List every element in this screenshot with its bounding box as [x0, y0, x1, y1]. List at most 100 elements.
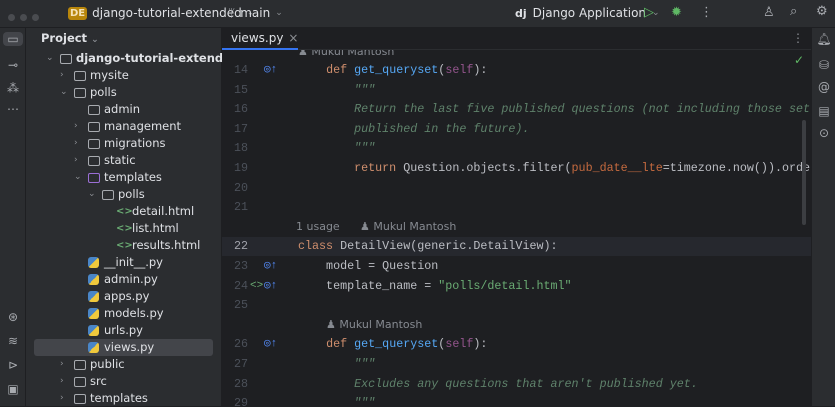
python-console-icon[interactable]: ⊛ — [0, 310, 26, 324]
commit-icon[interactable]: ⊸ — [0, 58, 26, 72]
author-inlay[interactable]: ♟ Mukul Mantosh — [298, 50, 394, 58]
debug-icon[interactable]: ✹ — [671, 5, 682, 20]
line-number: 17 — [233, 121, 248, 136]
tree-item[interactable]: admin — [26, 101, 222, 118]
override-gutter-icon[interactable]: ◎↑ — [264, 61, 277, 80]
html-template-gutter-icon[interactable]: <> — [250, 277, 263, 296]
more-tools-icon[interactable]: ⋯ — [0, 102, 26, 116]
tree-item[interactable]: › mysite — [26, 67, 222, 84]
code-line[interactable]: 25 — [222, 296, 811, 315]
top-author-inlay[interactable]: ♟ Mukul Mantosh — [298, 50, 394, 58]
chevron-right-icon[interactable]: › — [74, 118, 78, 135]
author-name: Mukul Mantosh — [339, 317, 423, 331]
chevron-right-icon[interactable]: › — [74, 152, 78, 169]
no-problems-check-icon[interactable]: ✓ — [794, 53, 804, 67]
endpoints-icon[interactable]: ⊙ — [811, 126, 835, 140]
tree-item[interactable]: __init__.py — [26, 254, 222, 271]
tree-item[interactable]: <> detail.html — [26, 203, 222, 220]
code-line[interactable]: 21 — [222, 198, 811, 217]
usages-inlay[interactable]: 1 usage — [296, 220, 340, 233]
chevron-right-icon[interactable]: › — [60, 390, 64, 407]
chevron-right-icon[interactable]: › — [60, 67, 64, 84]
tree-item[interactable]: › src — [26, 373, 222, 390]
author-inlay[interactable]: ♟ Mukul Mantosh — [326, 318, 422, 331]
database-icon[interactable]: ⛁ — [811, 58, 835, 72]
code-line[interactable]: 27 """ — [222, 355, 811, 374]
code-line[interactable]: 22 class DetailView(generic.DetailView): — [222, 237, 811, 257]
code-line[interactable]: 19 return Question.objects.filter(pub_da… — [222, 159, 811, 178]
search-icon[interactable]: ⌕ — [790, 4, 797, 19]
tree-item[interactable]: apps.py — [26, 288, 222, 305]
layers-icon[interactable]: ≋ — [0, 334, 26, 348]
chevron-down-icon[interactable]: ⌄ — [74, 169, 82, 186]
tree-item[interactable]: › migrations — [26, 135, 222, 152]
editor-tabs: views.py × ⋮ — [222, 28, 811, 50]
tree-item[interactable]: ⌄ polls — [26, 84, 222, 101]
chevron-down-icon[interactable]: ⌄ — [88, 186, 96, 203]
code-line[interactable]: 20 — [222, 179, 811, 198]
ai-assistant-icon[interactable]: @ — [811, 80, 835, 94]
window-controls[interactable] — [8, 10, 44, 24]
chevron-right-icon[interactable]: › — [60, 373, 64, 390]
folder-icon — [88, 139, 100, 149]
project-title-label: Project — [41, 31, 88, 45]
code-line[interactable]: 23 ◎↑ model = Question — [222, 257, 811, 276]
chevron-down-icon[interactable]: ⌄ — [46, 50, 54, 67]
tree-item[interactable]: › management — [26, 118, 222, 135]
code-line[interactable]: 28 Excludes any questions that aren't pu… — [222, 375, 811, 394]
run-config-selector[interactable]: dj Django Application ⌄ — [515, 6, 660, 20]
project-selector[interactable]: DE django-tutorial-extended ⌄ — [68, 6, 254, 20]
tree-item[interactable]: › public — [26, 356, 222, 373]
tree-item[interactable]: urls.py — [26, 322, 222, 339]
tab-views-py[interactable]: views.py × — [222, 28, 298, 50]
tree-item[interactable]: models.py — [26, 305, 222, 322]
code-line[interactable]: 18 """ — [222, 139, 811, 158]
tree-item[interactable]: views.py — [34, 339, 213, 356]
more-icon[interactable]: ⋮ — [700, 5, 713, 20]
code-line[interactable]: 24 ◎↑ <> template_name = "polls/detail.htm… — [222, 277, 811, 296]
code-line[interactable]: 14 ◎↑ def get_queryset(self): — [222, 61, 811, 80]
django-icon: dj — [515, 6, 527, 20]
tree-item-label: src — [90, 374, 107, 388]
folder-icon — [74, 88, 86, 98]
gear-icon[interactable]: ⚙ — [816, 4, 828, 19]
chevron-down-icon[interactable]: ⌄ — [60, 84, 68, 101]
code-token: def — [326, 63, 355, 77]
tree-item[interactable]: ⌄ templates — [26, 169, 222, 186]
tree-item-label: templates — [104, 170, 162, 184]
author-inlay[interactable]: ♟ Mukul Mantosh — [360, 220, 456, 233]
tree-item[interactable]: ⌄django-tutorial-extended~/Pyc — [26, 50, 267, 67]
close-icon[interactable]: × — [288, 31, 298, 45]
tree-item[interactable]: ⌄ polls — [26, 186, 222, 203]
run-icon[interactable]: ▷ — [644, 5, 654, 20]
tree-item-label: management — [104, 119, 182, 133]
code-line[interactable]: 26 ◎↑ def get_queryset(self): — [222, 335, 811, 354]
chevron-right-icon[interactable]: › — [74, 135, 78, 152]
override-gutter-icon[interactable]: ◎↑ — [264, 257, 277, 276]
sciview-icon[interactable]: ▤ — [811, 104, 835, 118]
code-editor[interactable]: ♟ Mukul Mantosh 14 ◎↑ def get_queryset(se… — [222, 50, 811, 406]
tree-item[interactable]: <> list.html — [26, 220, 222, 237]
override-gutter-icon[interactable]: ◎↑ — [264, 277, 277, 296]
structure-icon[interactable]: ⁂ — [0, 81, 26, 95]
notifications-icon[interactable]: 🔔︎ — [811, 32, 835, 46]
override-gutter-icon[interactable]: ◎↑ — [264, 335, 277, 354]
tree-item[interactable]: › templates — [26, 390, 222, 407]
code-line[interactable]: 29 """ — [222, 394, 811, 406]
tab-options-icon[interactable]: ⋮ — [792, 31, 804, 45]
chevron-right-icon[interactable]: › — [60, 356, 64, 373]
project-panel-title[interactable]: Project ⌄ — [41, 31, 99, 45]
tree-item[interactable]: <> results.html — [26, 237, 222, 254]
tree-item[interactable]: › static — [26, 152, 222, 169]
add-user-icon[interactable]: ♙ — [763, 5, 775, 20]
terminal-icon[interactable]: ▣ — [0, 382, 26, 396]
code-line[interactable]: 15 """ — [222, 81, 811, 100]
tree-item[interactable]: admin.py — [26, 271, 222, 288]
services-icon[interactable]: ⊳ — [0, 358, 26, 372]
folder-icon[interactable]: ▭ — [3, 32, 23, 46]
branch-selector[interactable]: ᛘ main ⌄ — [228, 6, 283, 20]
code-line[interactable]: 16 Return the last five published questi… — [222, 100, 811, 119]
code-line[interactable]: 17 published in the future). — [222, 120, 811, 139]
vertical-scrollbar[interactable] — [802, 120, 806, 225]
project-badge: DE — [68, 6, 88, 20]
